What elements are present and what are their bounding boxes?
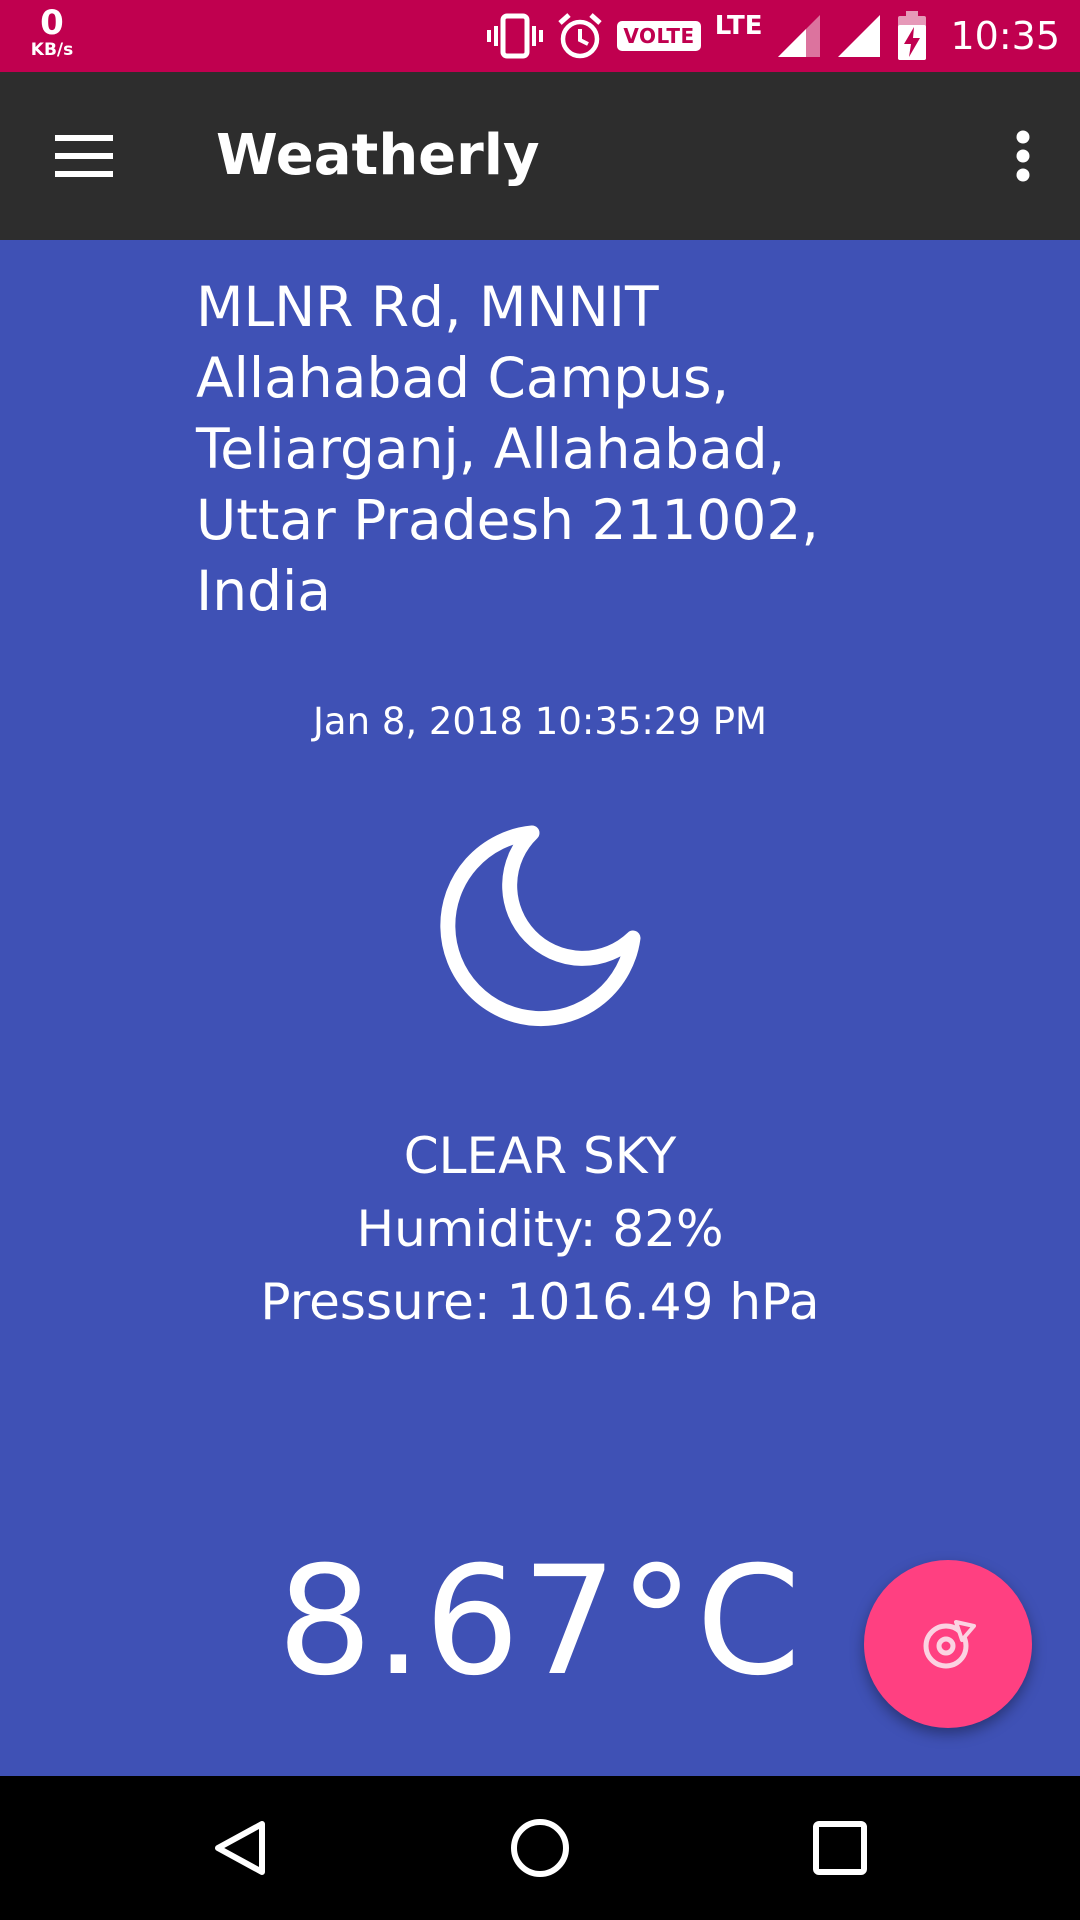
refresh-icon xyxy=(923,1620,976,1669)
weatherly-screen: 0 KB/s VOLTE LTE 10:35 Weatherly MLNR Rd… xyxy=(0,0,1080,1920)
battery-charging-icon xyxy=(896,11,928,61)
signal-strength-icon-sim1 xyxy=(776,13,822,59)
back-triangle-icon xyxy=(215,1821,265,1875)
pressure-value: Pressure: 1016.49 hPa xyxy=(260,1273,820,1331)
home-button[interactable] xyxy=(490,1798,590,1898)
humidity-value: Humidity: 82% xyxy=(356,1200,724,1258)
more-vert-icon xyxy=(1016,130,1030,182)
status-bar: 0 KB/s VOLTE LTE 10:35 xyxy=(0,0,1080,72)
network-speed-unit: KB/s xyxy=(30,40,74,60)
recents-button[interactable] xyxy=(790,1798,890,1898)
signal-strength-icon-sim2 xyxy=(836,13,882,59)
system-navigation-bar xyxy=(0,1776,1080,1920)
alarm-icon xyxy=(557,12,603,60)
refresh-button[interactable] xyxy=(864,1560,1032,1728)
network-speed-indicator: 0 KB/s xyxy=(22,6,82,59)
home-circle-icon xyxy=(511,1819,569,1877)
network-type-label: LTE xyxy=(714,11,763,41)
weather-details: CLEAR SKY Humidity: 82% Pressure: 1016.4… xyxy=(0,1120,1080,1339)
volte-badge: VOLTE xyxy=(617,21,701,51)
app-title: Weatherly xyxy=(216,123,540,188)
hamburger-menu-icon xyxy=(55,135,113,177)
status-clock: 10:35 xyxy=(950,14,1060,58)
back-button[interactable] xyxy=(190,1798,290,1898)
network-speed-value: 0 xyxy=(40,3,64,43)
vibrate-icon xyxy=(487,12,544,60)
location-address: MLNR Rd, MNNIT Allahabad Campus, Teliarg… xyxy=(196,275,819,623)
last-updated-datetime: Jan 8, 2018 10:35:29 PM xyxy=(313,700,767,743)
app-toolbar: Weatherly xyxy=(0,72,1080,240)
clear-sky-night-moon-icon xyxy=(430,816,650,1036)
overflow-menu-button[interactable] xyxy=(988,116,1058,196)
weather-condition: CLEAR SKY xyxy=(403,1127,677,1185)
status-icons: VOLTE LTE 10:35 xyxy=(487,0,1060,72)
navigation-drawer-button[interactable] xyxy=(40,116,128,196)
recents-square-icon xyxy=(813,1821,867,1875)
